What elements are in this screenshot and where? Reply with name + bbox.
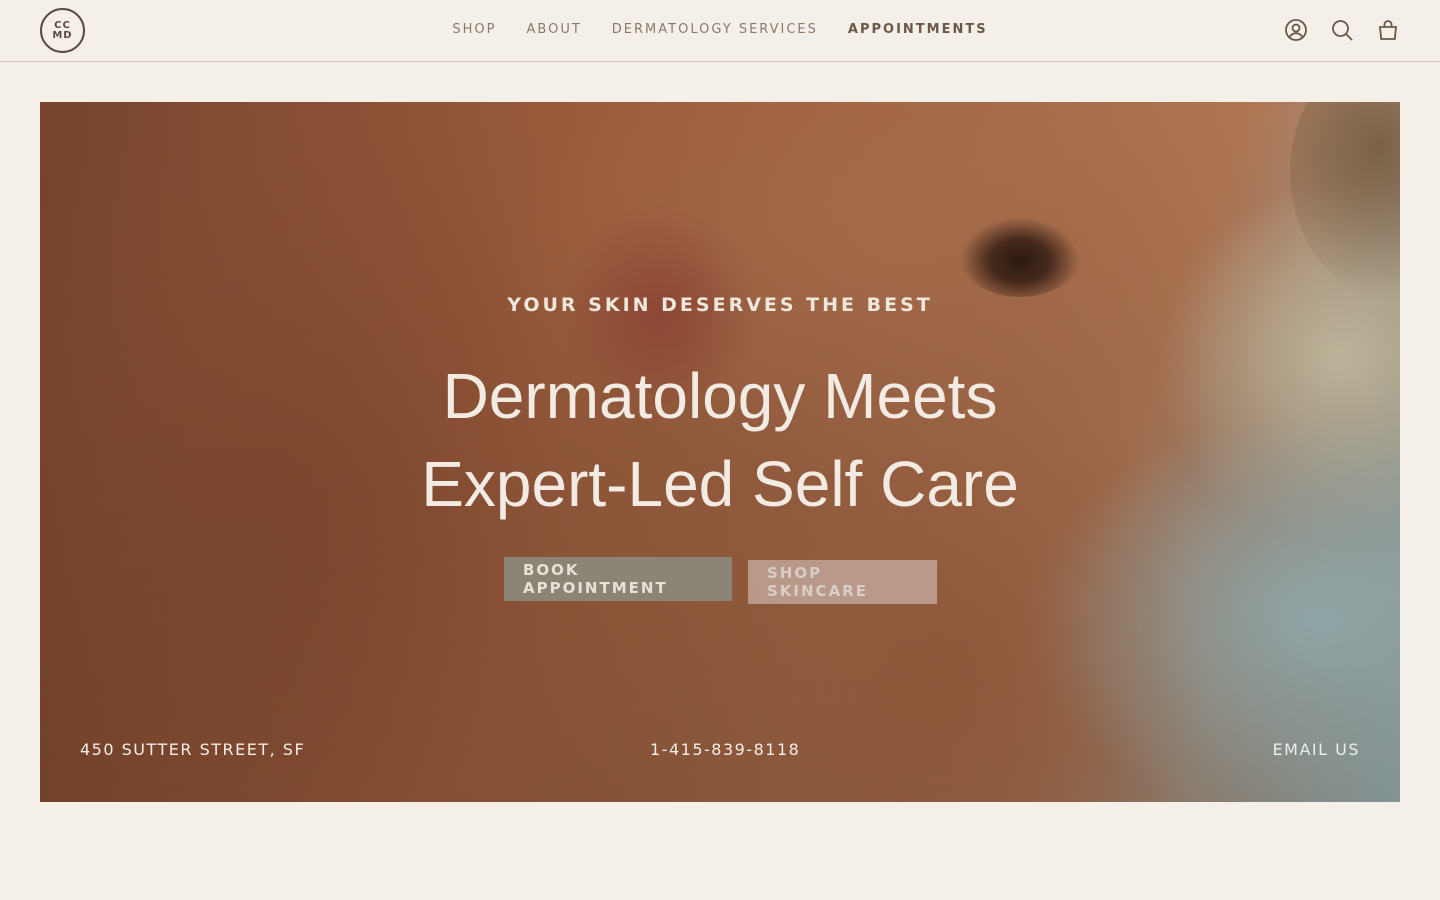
cart-icon[interactable] [1376, 18, 1400, 42]
nav-dermatology-services[interactable]: DERMATOLOGY SERVICES [612, 22, 818, 37]
hero-headline: Dermatology Meets Expert-Led Self Care [40, 352, 1400, 528]
search-icon[interactable] [1330, 18, 1354, 42]
shop-skincare-button[interactable]: SHOP SKINCARE [748, 560, 937, 604]
account-icon[interactable] [1284, 18, 1308, 42]
email-us-link[interactable]: EMAIL US [1273, 740, 1360, 759]
main-nav: SHOP ABOUT DERMATOLOGY SERVICES APPOINTM… [0, 22, 1440, 37]
header-icons [1284, 18, 1400, 42]
nav-shop[interactable]: SHOP [452, 22, 496, 37]
headline-line-2: Expert-Led Self Care [421, 448, 1019, 520]
hero-banner: YOUR SKIN DESERVES THE BEST Dermatology … [40, 102, 1400, 802]
book-appointment-button[interactable]: BOOK APPOINTMENT [504, 557, 732, 601]
hero-eyebrow: YOUR SKIN DESERVES THE BEST [507, 294, 933, 316]
nav-appointments[interactable]: APPOINTMENTS [848, 22, 988, 37]
site-header: CC MD SHOP ABOUT DERMATOLOGY SERVICES AP… [0, 0, 1440, 62]
nav-about[interactable]: ABOUT [527, 22, 582, 37]
address-text: 450 SUTTER STREET, SF [80, 740, 306, 759]
phone-link[interactable]: 1-415-839-8118 [650, 740, 800, 759]
contact-row: 450 SUTTER STREET, SF 1-415-839-8118 EMA… [80, 740, 1360, 762]
headline-line-1: Dermatology Meets [442, 360, 998, 432]
